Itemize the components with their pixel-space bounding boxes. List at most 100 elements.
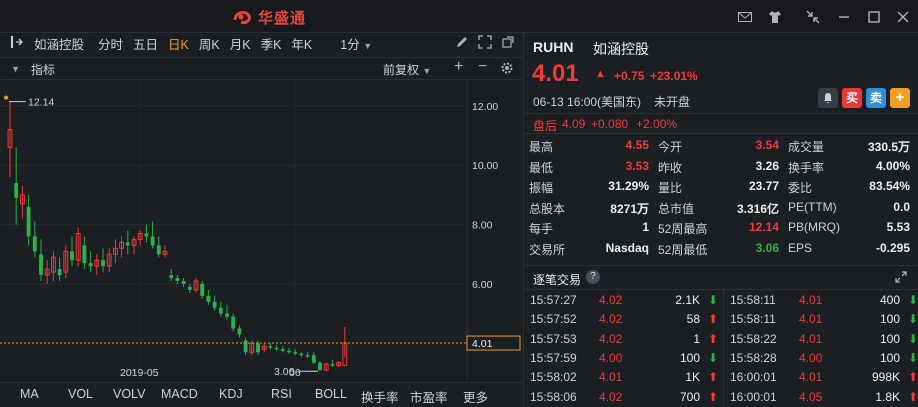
stat-label: PE(TTM) xyxy=(788,199,837,214)
minimize-icon[interactable] xyxy=(836,9,852,25)
candle-body xyxy=(82,245,87,264)
period-tab[interactable]: 日K xyxy=(163,33,194,58)
indicator-tab[interactable]: 换手率 xyxy=(361,387,399,406)
sell-button[interactable]: 卖 xyxy=(866,88,886,108)
indicator-tab[interactable]: BOLL xyxy=(315,387,347,401)
expand-icon[interactable] xyxy=(895,271,907,286)
trade-volume: 2.1K xyxy=(675,293,700,307)
candle-body xyxy=(206,295,211,302)
stat-label: 委比 xyxy=(788,181,813,195)
trade-price: 4.02 xyxy=(599,331,623,346)
candle-body xyxy=(57,269,62,276)
indicator-tab[interactable]: 更多 xyxy=(463,387,488,406)
candlestick-chart[interactable]: 12.0010.008.006.00 2019-05 06 12.143.064.… xyxy=(0,80,522,380)
stat-value: 3.316亿 xyxy=(736,201,779,216)
chevron-down-icon: ▼ xyxy=(422,66,432,76)
current-price-label: 4.01 xyxy=(472,338,493,350)
logo-swirl-icon xyxy=(233,11,251,24)
high-price-label: 12.14 xyxy=(28,97,54,109)
maximize-icon[interactable] xyxy=(866,9,882,25)
high-marker-dot xyxy=(4,95,8,100)
candle-body xyxy=(101,260,105,267)
popout-icon[interactable] xyxy=(496,33,520,58)
up-arrow-icon: ⬆ xyxy=(908,389,918,404)
skin-shirt-icon[interactable] xyxy=(767,9,783,25)
stat-value: 3.06 xyxy=(755,240,779,255)
candle-body xyxy=(237,328,242,335)
adjust-select[interactable]: 前复权 ▼ xyxy=(383,61,431,78)
period-tab[interactable]: 五日 xyxy=(128,33,163,58)
candle-body xyxy=(144,233,149,237)
fullscreen-icon[interactable] xyxy=(473,33,497,58)
quote-name: 如涵控股 xyxy=(593,41,649,57)
logo-text: 华盛通 xyxy=(258,9,307,27)
y-tick-label: 8.00 xyxy=(472,220,493,232)
trade-price: 4.02 xyxy=(599,293,623,307)
trade-volume: 100 xyxy=(879,312,900,327)
candle-body xyxy=(311,355,316,363)
indicator-tab[interactable]: RSI xyxy=(271,387,292,401)
candle-body xyxy=(225,313,229,317)
period-tab[interactable]: 周K xyxy=(194,33,225,58)
candle-body xyxy=(287,350,291,353)
after-hours-label: 盘后 xyxy=(533,119,558,133)
stat-value: -0.295 xyxy=(875,240,910,255)
indicator-toggle-icon[interactable]: ▼ xyxy=(11,64,20,74)
indicator-tab[interactable]: 市盈率 xyxy=(410,387,448,406)
app-logo: 华盛通 xyxy=(232,6,306,28)
stat-label: 总股本 xyxy=(529,201,566,216)
period-tab[interactable]: 年K xyxy=(286,33,317,58)
toolbar-stock-name: 如涵控股 xyxy=(34,37,85,52)
period-tab[interactable]: 分时 xyxy=(93,33,128,58)
y-tick-label: 12.00 xyxy=(472,101,498,113)
trade-volume: 1K xyxy=(685,370,700,385)
trade-time: 15:58:06 xyxy=(530,389,577,404)
add-indicator-icon[interactable]: + xyxy=(454,58,463,76)
shrink-icon[interactable] xyxy=(805,9,821,25)
trade-time: 16:00:01 xyxy=(730,370,777,385)
trade-time: 15:57:53 xyxy=(530,331,577,346)
quote-datetime: 06-13 16:00(美国东) xyxy=(533,95,642,109)
indicator-label[interactable]: 指标 xyxy=(31,61,55,78)
candle-body xyxy=(26,206,31,237)
trade-volume: 700 xyxy=(679,389,700,404)
remove-indicator-icon[interactable]: − xyxy=(478,58,487,76)
period-tab[interactable]: 月K xyxy=(225,33,256,58)
interval-select[interactable]: 1分 ▼ xyxy=(335,33,377,58)
divider xyxy=(524,265,918,266)
trade-price: 4.01 xyxy=(799,293,823,307)
candle-body xyxy=(299,353,304,356)
trades-column-divider xyxy=(723,290,724,407)
close-icon[interactable] xyxy=(895,9,911,25)
candle-body xyxy=(14,183,19,198)
trade-volume: 100 xyxy=(679,350,700,365)
alert-bell-icon[interactable] xyxy=(818,88,838,108)
mail-icon[interactable] xyxy=(737,9,753,25)
settings-gear-icon[interactable] xyxy=(500,61,514,78)
draw-pen-icon[interactable] xyxy=(450,33,474,58)
collapse-sidebar-icon[interactable] xyxy=(0,33,30,58)
stat-label: 52周最高 xyxy=(658,222,708,236)
stat-label: 最高 xyxy=(529,140,554,154)
trade-time: 15:58:11 xyxy=(730,293,776,307)
quote-panel: RUHN 如涵控股 4.01 ▲ +0.75 +23.01% 06-13 16:… xyxy=(523,33,918,407)
indicator-tab[interactable]: VOL xyxy=(68,387,93,401)
indicator-tab[interactable]: KDJ xyxy=(219,387,243,401)
adjust-label: 前复权 xyxy=(383,63,420,77)
divider xyxy=(524,133,918,134)
indicator-tab[interactable]: MACD xyxy=(161,387,198,401)
stat-label: 成交量 xyxy=(788,140,825,154)
trade-volume: 100 xyxy=(879,350,900,365)
up-arrow-icon: ⬆ xyxy=(908,370,918,385)
indicator-tab[interactable]: MA xyxy=(20,387,39,401)
add-watchlist-button[interactable]: + xyxy=(890,88,910,108)
help-question-icon[interactable]: ? xyxy=(586,270,600,284)
stat-value: 1 xyxy=(642,220,649,234)
y-axis-labels: 12.00 10.00 8.00 6.00 xyxy=(472,101,498,291)
after-hours-pct: +2.00% xyxy=(636,117,678,131)
period-tab[interactable]: 季K xyxy=(256,33,287,58)
stat-value: 3.26 xyxy=(755,158,779,173)
buy-button[interactable]: 买 xyxy=(842,88,862,108)
indicator-tab[interactable]: VOLV xyxy=(113,387,145,401)
candle-body xyxy=(293,352,298,354)
